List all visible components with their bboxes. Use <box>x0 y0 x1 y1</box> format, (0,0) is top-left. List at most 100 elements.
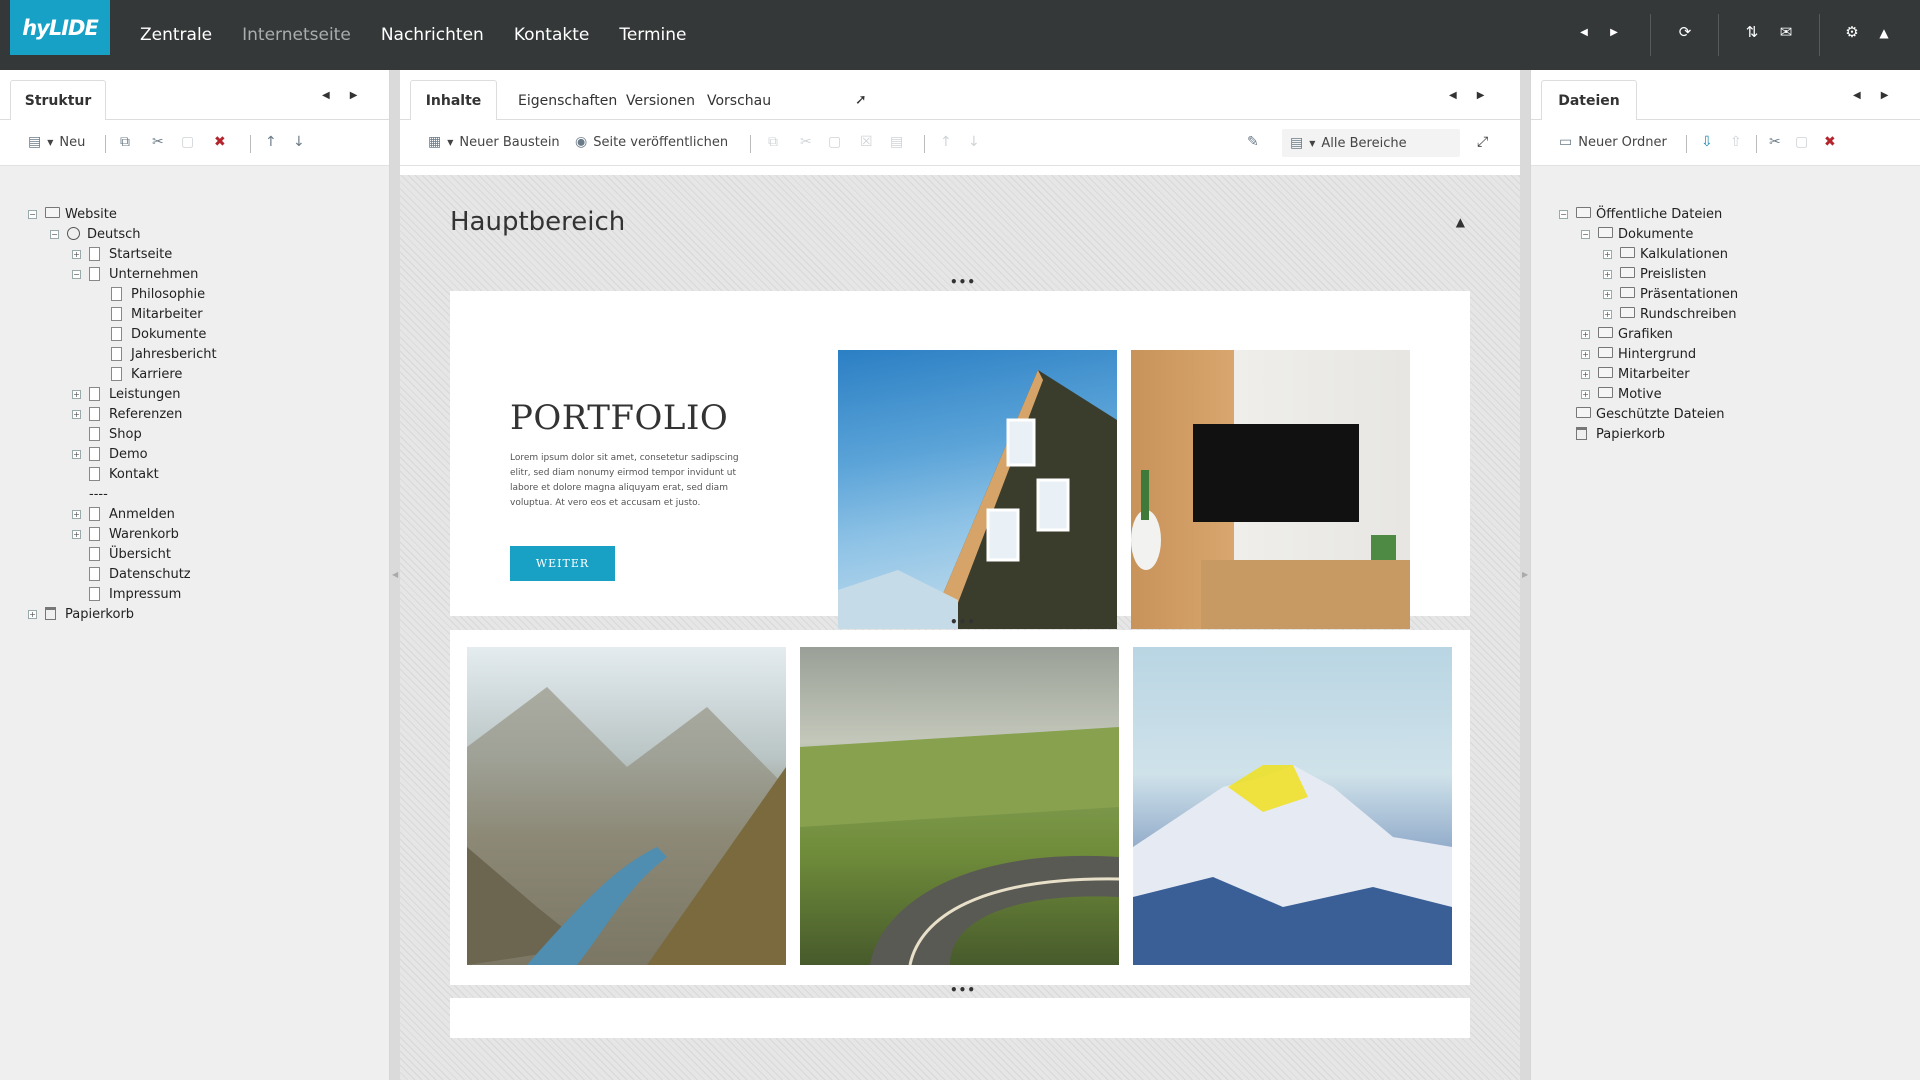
cut-button[interactable]: ✂ <box>152 134 164 150</box>
collapse-icon[interactable]: − <box>50 229 59 239</box>
copy-button[interactable]: ⧉ <box>768 134 778 150</box>
new-block-button[interactable]: ▦ ▼ Neuer Baustein <box>428 134 560 150</box>
expand-icon[interactable]: + <box>1603 269 1612 279</box>
tree-node[interactable]: Datenschutz <box>72 565 191 583</box>
copy-button[interactable]: ⧉ <box>120 134 130 150</box>
chevron-up-icon[interactable]: ▲ <box>1873 26 1895 40</box>
tab-versionen[interactable]: Versionen <box>616 80 705 121</box>
fullscreen-button[interactable]: ⤢ <box>1477 134 1488 150</box>
nav-internetseite[interactable]: Internetseite <box>242 25 351 45</box>
paste-button[interactable]: ▢ <box>181 134 194 150</box>
cut-button[interactable]: ✂ <box>800 134 812 150</box>
tab-inhalte[interactable]: Inhalte <box>410 80 497 121</box>
new-folder-button[interactable]: ▭ Neuer Ordner <box>1559 134 1667 150</box>
expand-icon[interactable]: + <box>72 509 81 519</box>
mail-icon[interactable]: ✉ <box>1775 23 1797 41</box>
gallery-block[interactable] <box>450 630 1470 985</box>
block-handle[interactable]: ••• <box>950 983 976 997</box>
tree-node[interactable]: Jahresbericht <box>94 345 217 363</box>
tree-node[interactable]: + Preislisten <box>1603 265 1706 283</box>
new-button[interactable]: ▤ ▼ Neu <box>28 134 85 150</box>
tab-dateien[interactable]: Dateien <box>1541 80 1637 121</box>
tree-node[interactable]: Philosophie <box>94 285 205 303</box>
tree-node[interactable]: Papierkorb <box>1559 425 1665 443</box>
gear-icon[interactable]: ⚙ <box>1841 23 1863 41</box>
expand-icon[interactable]: + <box>72 409 81 419</box>
app-logo[interactable]: hyLIDE <box>10 0 110 55</box>
tree-node[interactable]: Mitarbeiter <box>94 305 203 323</box>
expand-icon[interactable]: + <box>1603 249 1612 259</box>
expand-icon[interactable]: + <box>1603 309 1612 319</box>
upload-button[interactable]: ⇩ <box>1701 134 1713 150</box>
collapse-icon[interactable]: − <box>28 209 37 219</box>
tree-node[interactable]: + Mitarbeiter <box>1581 365 1690 383</box>
tree-node[interactable]: Kontakt <box>72 465 159 483</box>
expand-icon[interactable]: + <box>28 609 37 619</box>
tree-node[interactable]: − Website <box>28 205 117 223</box>
scroll-left-icon[interactable]: ◀ <box>322 90 330 101</box>
expand-icon[interactable]: + <box>1581 369 1590 379</box>
tree-node[interactable]: + Warenkorb <box>72 525 179 543</box>
right-splitter[interactable]: ▶ <box>1520 70 1530 1080</box>
collapse-icon[interactable]: − <box>1581 229 1590 239</box>
expand-icon[interactable]: + <box>1581 389 1590 399</box>
tree-node[interactable]: ---- <box>72 485 108 503</box>
tree-node[interactable]: Übersicht <box>72 545 171 563</box>
delete-button[interactable]: ▤ <box>890 134 903 150</box>
move-down-button[interactable]: ↓ <box>968 134 980 150</box>
expand-icon[interactable]: + <box>72 389 81 399</box>
expand-icon[interactable]: + <box>1581 349 1590 359</box>
tree-node[interactable]: + Hintergrund <box>1581 345 1696 363</box>
tree-node[interactable]: + Rundschreiben <box>1603 305 1737 323</box>
tree-node[interactable]: − Öffentliche Dateien <box>1559 205 1722 223</box>
arrow-left-icon[interactable]: ◀ <box>1573 27 1595 38</box>
nav-zentrale[interactable]: Zentrale <box>140 25 212 45</box>
paste-button[interactable]: ▢ <box>828 134 841 150</box>
scroll-left-icon[interactable]: ◀ <box>1449 90 1457 101</box>
tree-node[interactable]: Karriere <box>94 365 182 383</box>
tree-node[interactable]: + Leistungen <box>72 385 180 403</box>
tree-node[interactable]: + Präsentationen <box>1603 285 1738 303</box>
tab-eigenschaften[interactable]: Eigenschaften <box>508 80 627 121</box>
tree-node[interactable]: Impressum <box>72 585 181 603</box>
publish-page-button[interactable]: ◉ Seite veröffentlichen <box>575 134 728 150</box>
nav-nachrichten[interactable]: Nachrichten <box>381 25 484 45</box>
tab-struktur[interactable]: Struktur <box>10 80 106 121</box>
tree-node[interactable]: − Deutsch <box>50 225 141 243</box>
cut-button[interactable]: ✂ <box>1769 134 1781 150</box>
tree-node[interactable]: + Papierkorb <box>28 605 134 623</box>
portfolio-block[interactable]: PORTFOLIO Lorem ipsum dolor sit amet, co… <box>450 291 1470 629</box>
scroll-right-icon[interactable]: ▶ <box>350 90 358 101</box>
clear-button[interactable]: ☒ <box>860 134 873 150</box>
expand-icon[interactable]: + <box>72 529 81 539</box>
tree-node[interactable]: − Dokumente <box>1581 225 1693 243</box>
transfer-icon[interactable]: ⇅ <box>1741 23 1763 41</box>
tree-node[interactable]: + Motive <box>1581 385 1662 403</box>
edit-mode-button[interactable]: ✎ <box>1247 134 1259 150</box>
area-select[interactable]: ▤ ▼ Alle Bereiche <box>1282 129 1460 157</box>
nav-termine[interactable]: Termine <box>619 25 686 45</box>
arrow-right-icon[interactable]: ▶ <box>1603 27 1625 38</box>
sync-icon[interactable]: ⟳ <box>1674 23 1696 41</box>
tree-node[interactable]: Dokumente <box>94 325 206 343</box>
collapse-icon[interactable]: − <box>1559 209 1568 219</box>
tree-node[interactable]: Shop <box>72 425 142 443</box>
tree-node[interactable]: + Demo <box>72 445 148 463</box>
tree-node[interactable]: + Referenzen <box>72 405 182 423</box>
tab-vorschau[interactable]: Vorschau <box>697 80 781 121</box>
next-block[interactable] <box>450 998 1470 1038</box>
delete-button[interactable]: ✖ <box>1824 134 1836 150</box>
tree-node[interactable]: − Unternehmen <box>72 265 198 283</box>
move-down-button[interactable]: ↓ <box>293 134 305 150</box>
tree-node[interactable]: + Startseite <box>72 245 172 263</box>
block-handle[interactable]: ••• <box>950 275 976 289</box>
tree-node[interactable]: + Grafiken <box>1581 325 1673 343</box>
expand-icon[interactable]: + <box>1581 329 1590 339</box>
expand-icon[interactable]: + <box>72 449 81 459</box>
left-splitter[interactable]: ◀ <box>390 70 400 1080</box>
scroll-left-icon[interactable]: ◀ <box>1853 90 1861 101</box>
move-up-button[interactable]: ↑ <box>265 134 277 150</box>
tree-node[interactable]: Geschützte Dateien <box>1559 405 1725 423</box>
collapse-area-icon[interactable]: ▲ <box>1456 215 1465 229</box>
move-up-button[interactable]: ↑ <box>940 134 952 150</box>
